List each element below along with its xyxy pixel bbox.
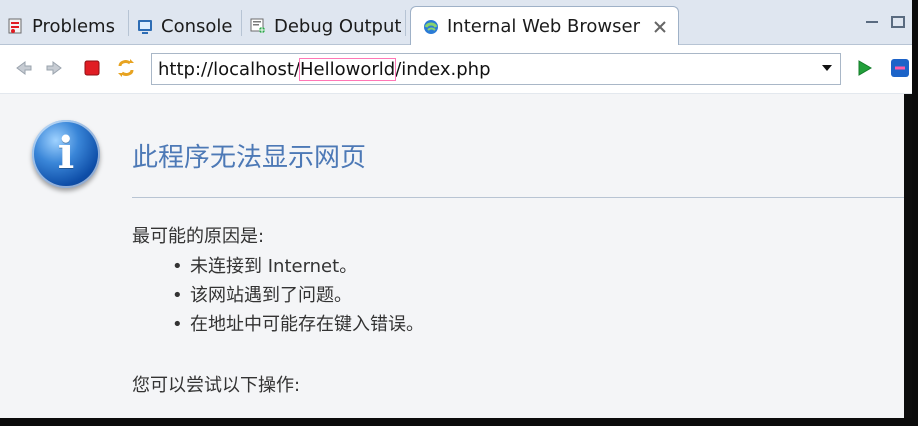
tab-label: Debug Output: [274, 15, 402, 37]
view-tab-bar: Problems Console Debug Output Internal W…: [0, 0, 912, 46]
right-edge-bar: [904, 94, 912, 418]
go-arrow-icon[interactable]: [852, 56, 876, 80]
eclipse-browser-window: Problems Console Debug Output Internal W…: [0, 0, 912, 418]
tab-label: Console: [161, 15, 233, 37]
url-suffix: /index.php: [395, 59, 491, 80]
minimize-view-icon[interactable]: [862, 14, 882, 30]
tab-separator: [128, 10, 129, 36]
browser-menu-icon[interactable]: [889, 56, 909, 80]
address-bar-text[interactable]: http://localhost/Helloworld/index.php: [158, 58, 491, 81]
back-arrow-icon[interactable]: [10, 56, 34, 80]
forward-arrow-icon[interactable]: [44, 56, 68, 80]
close-icon[interactable]: [652, 19, 668, 35]
reasons-list: 未连接到 Internet。 该网站遇到了问题。 在地址中可能存在键入错误。: [172, 252, 424, 339]
info-i-glyph: i: [57, 128, 75, 179]
globe-icon: [421, 17, 441, 37]
error-title: 此程序无法显示网页: [132, 143, 367, 173]
browser-content: i 此程序无法显示网页 最可能的原因是: 未连接到 Internet。 该网站遇…: [0, 94, 912, 418]
tab-console[interactable]: Console: [135, 8, 232, 44]
url-highlighted-segment: Helloworld: [299, 58, 397, 81]
list-item: 在地址中可能存在键入错误。: [172, 310, 424, 339]
problems-icon: [6, 16, 26, 36]
tab-label: Problems: [32, 15, 115, 37]
tab-label: Internal Web Browser: [447, 16, 640, 37]
address-bar[interactable]: http://localhost/Helloworld/index.php: [151, 53, 841, 85]
list-item: 该网站遇到了问题。: [172, 281, 424, 310]
debug-output-icon: [248, 16, 268, 36]
reasons-title: 最可能的原因是:: [132, 226, 265, 247]
tab-problems[interactable]: Problems: [6, 8, 115, 44]
tab-separator: [241, 10, 242, 36]
chevron-down-icon[interactable]: [822, 65, 832, 71]
list-item: 未连接到 Internet。: [172, 252, 424, 281]
console-icon: [135, 16, 155, 36]
maximize-view-icon[interactable]: [888, 14, 908, 30]
refresh-icon[interactable]: [114, 56, 138, 80]
browser-toolbar: http://localhost/Helloworld/index.php: [0, 45, 912, 94]
actions-title: 您可以尝试以下操作:: [132, 375, 301, 396]
divider: [132, 197, 912, 198]
info-icon: i: [32, 120, 100, 188]
tab-separator: [405, 10, 406, 36]
tab-internal-web-browser[interactable]: Internal Web Browser: [410, 6, 679, 46]
stop-icon[interactable]: [80, 56, 104, 80]
tab-debug-output[interactable]: Debug Output: [248, 8, 401, 44]
url-prefix: http://localhost/: [158, 59, 301, 80]
